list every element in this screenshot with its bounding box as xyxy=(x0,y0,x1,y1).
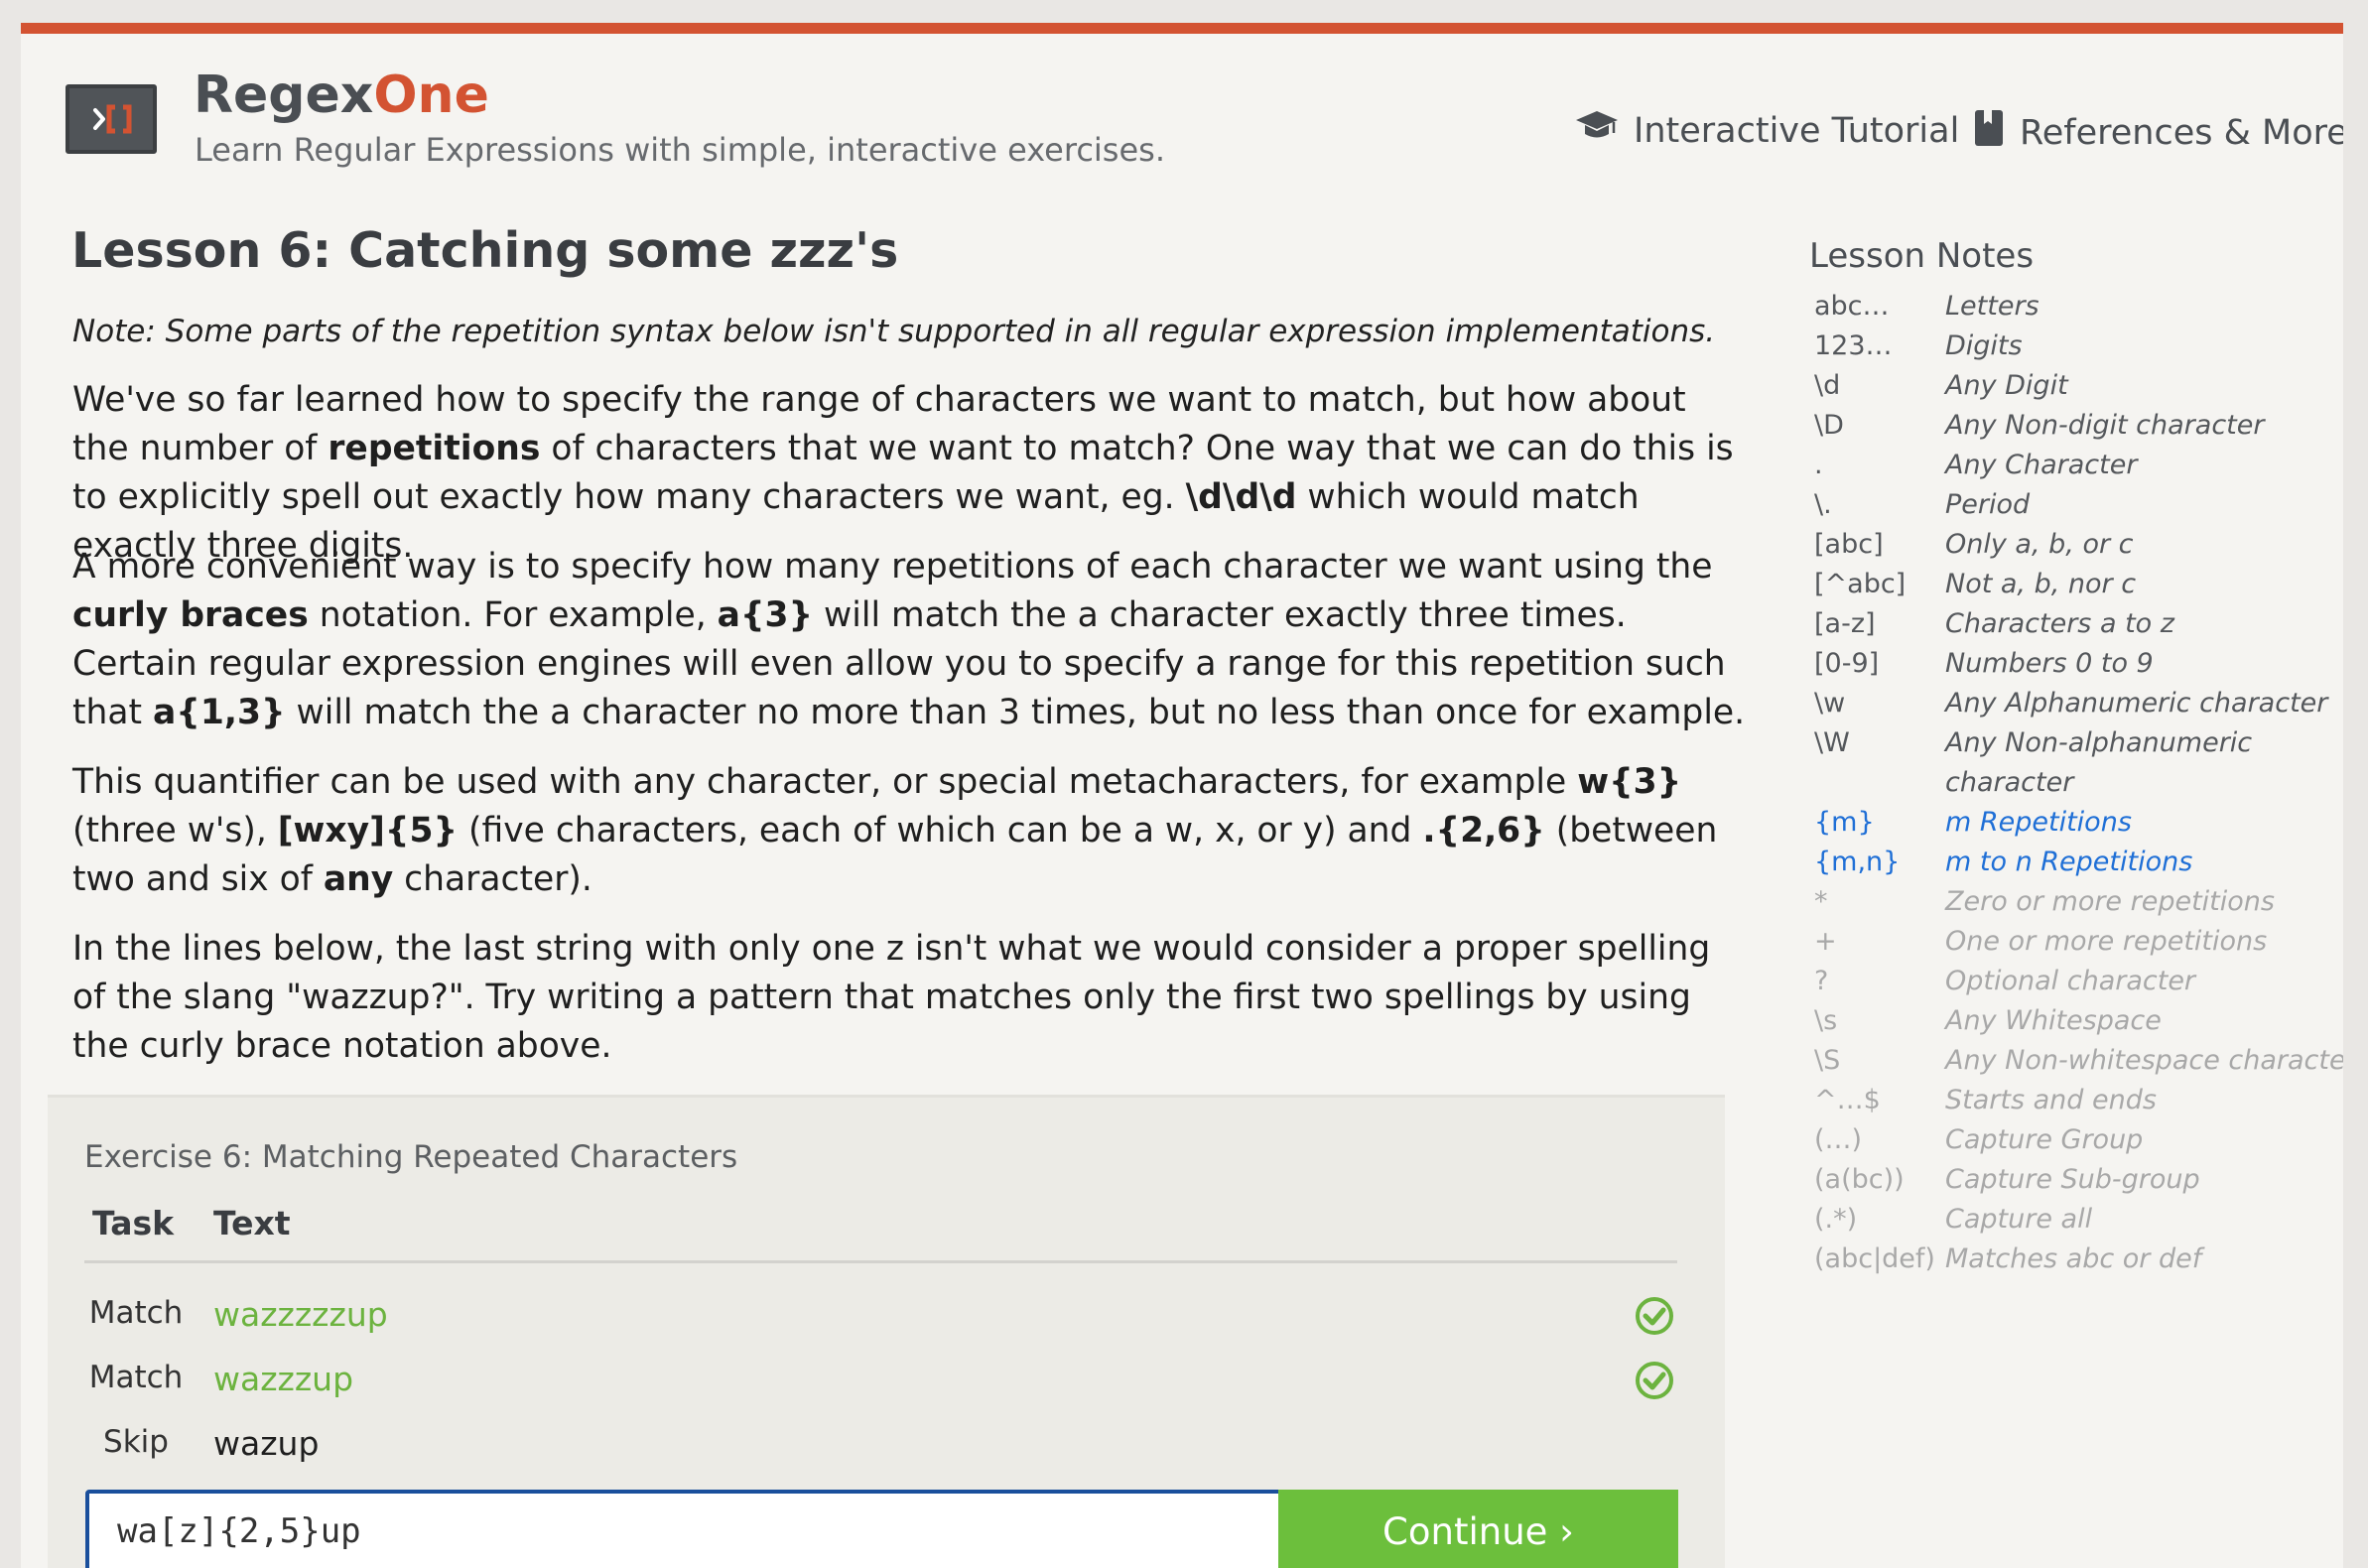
continue-button[interactable]: Continue › xyxy=(1278,1490,1678,1568)
table-divider xyxy=(84,1260,1677,1263)
exercise-panel: Exercise 6: Matching Repeated Characters… xyxy=(48,1095,1725,1568)
brand-regex: Regex xyxy=(194,65,374,125)
lesson-title: Lesson 6: Catching some zzz's xyxy=(71,222,899,279)
brand-title[interactable]: RegexOne xyxy=(194,65,489,125)
task-label: Skip xyxy=(103,1424,169,1460)
lesson-paragraph-3: This quantifier can be used with any cha… xyxy=(72,762,1718,899)
table-row: Skip wazup xyxy=(84,1412,1677,1472)
nav-references-more[interactable]: References & More xyxy=(1972,108,2343,157)
check-icon xyxy=(1634,1295,1675,1341)
lesson-paragraph-4: In the lines below, the last string with… xyxy=(72,929,1711,1066)
regex-answer-input[interactable] xyxy=(85,1490,1283,1568)
brand-one: One xyxy=(373,65,489,125)
bookmark-icon xyxy=(1972,108,2006,157)
text-column-header: Text xyxy=(213,1204,291,1242)
task-label: Match xyxy=(88,1295,184,1331)
check-icon xyxy=(1634,1360,1675,1405)
task-column-header: Task xyxy=(92,1204,175,1242)
logo-icon[interactable] xyxy=(66,84,157,154)
page: RegexOne Learn Regular Expressions with … xyxy=(21,23,2343,1568)
exercise-title: Exercise 6: Matching Repeated Characters xyxy=(84,1139,738,1175)
lesson-paragraph-2: A more convenient way is to specify how … xyxy=(72,547,1746,732)
lesson-notes-title: Lesson Notes xyxy=(1809,236,2035,276)
row-text: wazzzzzup xyxy=(213,1295,388,1334)
row-text: wazup xyxy=(213,1424,320,1463)
task-label: Match xyxy=(88,1360,184,1395)
lesson-note: Note: Some parts of the repetition synta… xyxy=(72,314,1716,349)
nav-references-more-label: References & More xyxy=(2020,112,2343,153)
row-text: wazzzup xyxy=(213,1360,354,1398)
table-row: Match wazzzzzup xyxy=(84,1283,1677,1343)
lesson-paragraph-1: We've so far learned how to specify the … xyxy=(72,380,1734,566)
nav-interactive-tutorial-label: Interactive Tutorial xyxy=(1634,110,1960,151)
nav-interactive-tutorial[interactable]: Interactive Tutorial xyxy=(1574,108,1959,153)
table-row: Match wazzzup xyxy=(84,1348,1677,1407)
graduation-cap-icon xyxy=(1574,108,1620,153)
tagline: Learn Regular Expressions with simple, i… xyxy=(195,131,1165,169)
